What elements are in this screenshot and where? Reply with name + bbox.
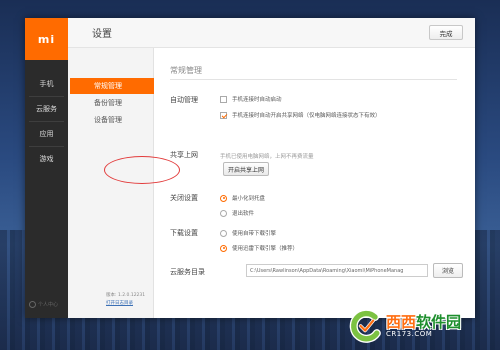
auto-start-option[interactable]: 手机连接时自动启动: [220, 95, 282, 103]
page-title: 设置: [92, 29, 112, 40]
watermark-brand-part2: 软件园: [416, 312, 462, 331]
watermark-text: 西西软件园 CR173.COM: [386, 312, 462, 338]
auto-start-checkbox[interactable]: [220, 95, 227, 103]
share-label: 共享上网: [170, 151, 198, 159]
main-sidebar: mi 手机 云服务 应用 游戏 个人中心: [25, 18, 68, 318]
mi-logo: mi: [25, 18, 68, 60]
section-title: 常规管理: [170, 66, 202, 75]
subnav-item-backup[interactable]: 备份管理: [70, 95, 154, 111]
xunlei-engine-option[interactable]: 使用迅雷下载引擎（推荐）: [220, 244, 298, 252]
auto-share-text: 手机连接时自动开启共享网络（仅电脑网络连接状态下有效）: [232, 113, 381, 119]
watermark-logo-icon: [349, 309, 381, 343]
subnav-item-device[interactable]: 设备管理: [70, 112, 154, 128]
builtin-engine-radio[interactable]: [220, 229, 227, 237]
personal-center-label: 个人中心: [38, 302, 59, 308]
auto-share-option[interactable]: 手机连接时自动开启共享网络（仅电脑网络连接状态下有效）: [220, 111, 381, 119]
watermark-brand-part1: 西西: [386, 312, 417, 331]
xunlei-engine-radio[interactable]: [220, 244, 227, 252]
builtin-engine-option[interactable]: 使用自带下载引擎: [220, 229, 276, 237]
watermark-site: CR173.COM: [386, 329, 433, 338]
minimize-tray-text: 最小化到托盘: [232, 196, 266, 202]
watermark-brand: 西西软件园: [386, 312, 462, 331]
enable-share-button[interactable]: 开启共享上网: [223, 162, 269, 176]
exit-app-text: 退出软件: [232, 211, 255, 217]
close-setting-label: 关闭设置: [170, 194, 198, 202]
share-hint: 手机已使用电脑网络，上网不再费流量: [220, 154, 314, 160]
section-divider: [170, 79, 457, 80]
auto-share-checkbox[interactable]: [220, 111, 227, 119]
auto-start-text: 手机连接时自动启动: [232, 97, 282, 103]
auto-manage-label: 自动管理: [170, 96, 198, 104]
subnav-item-general[interactable]: 常规管理: [70, 78, 154, 94]
builtin-engine-text: 使用自带下载引擎: [232, 231, 277, 237]
user-circle-icon: [29, 301, 36, 308]
minimize-tray-radio[interactable]: [220, 194, 227, 202]
cloud-dir-input[interactable]: C:\Users\Rawlinson\AppData\Roaming\Xiaom…: [246, 264, 428, 277]
settings-content: 常规管理 自动管理 手机连接时自动启动 手机连接时自动开启共享网络（仅电脑网络连…: [154, 48, 475, 318]
settings-window: mi 手机 云服务 应用 游戏 个人中心 设置 完成 常规管理 备份管理 设备管…: [25, 18, 475, 318]
subnav-footer: 版本: 1.2.0.12231 打开日志目录: [106, 292, 145, 308]
sidebar-item-phone[interactable]: 手机: [25, 72, 68, 96]
annotation-ellipse: [104, 156, 180, 184]
personal-center-link[interactable]: 个人中心: [29, 301, 58, 308]
browse-button[interactable]: 浏览: [433, 263, 463, 278]
sidebar-item-apps[interactable]: 应用: [25, 122, 68, 146]
xunlei-engine-text: 使用迅雷下载引擎（推荐）: [232, 246, 299, 252]
site-watermark: 西西软件园 CR173.COM: [348, 304, 496, 348]
minimize-tray-option[interactable]: 最小化到托盘: [220, 194, 265, 202]
exit-app-option[interactable]: 退出软件: [220, 209, 254, 217]
exit-app-radio[interactable]: [220, 209, 227, 217]
window-header: 设置 完成: [68, 18, 475, 48]
version-text: 版本: 1.2.0.12231: [106, 293, 146, 298]
cloud-dir-label: 云服务目录: [170, 268, 205, 276]
sidebar-item-cloud[interactable]: 云服务: [25, 97, 68, 121]
sidebar-item-games[interactable]: 游戏: [25, 147, 68, 171]
open-log-dir-link[interactable]: 打开日志目录: [106, 300, 145, 308]
done-button[interactable]: 完成: [429, 25, 463, 40]
download-setting-label: 下载设置: [170, 229, 198, 237]
